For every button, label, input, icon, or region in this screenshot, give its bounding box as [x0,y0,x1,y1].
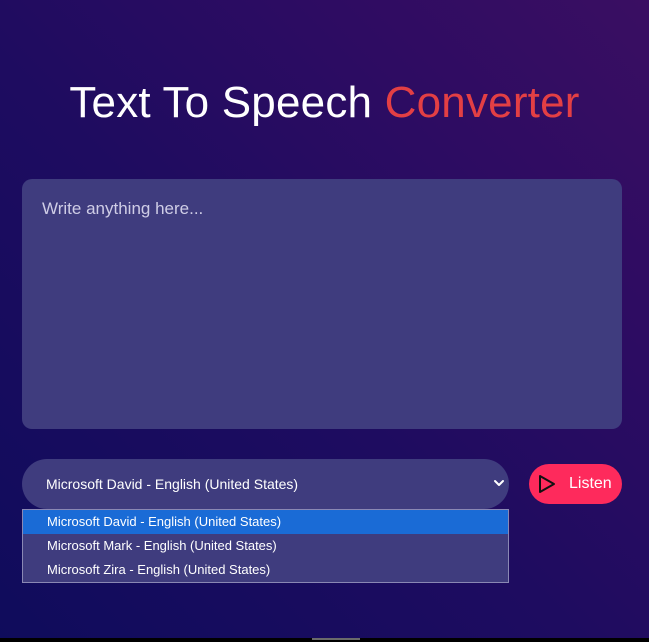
listen-button[interactable]: Listen [529,464,622,504]
scrollbar-thumb[interactable] [312,638,360,640]
play-icon [539,475,555,493]
bottom-scrollbar [0,638,649,642]
voice-select-value: Microsoft David - English (United States… [46,476,299,492]
title-main: Text To Speech [69,78,373,127]
voice-option-mark[interactable]: Microsoft Mark - English (United States) [23,534,508,558]
listen-button-label: Listen [569,475,612,492]
voice-option-david[interactable]: Microsoft David - English (United States… [23,510,508,534]
title-accent: Converter [384,78,580,127]
voice-dropdown-list: Microsoft David - English (United States… [22,509,509,583]
chevron-down-icon [494,480,504,486]
voice-select[interactable]: Microsoft David - English (United States… [22,459,509,509]
voice-option-zira[interactable]: Microsoft Zira - English (United States) [23,558,508,582]
text-input[interactable] [22,179,622,429]
page-title: Text To Speech Converter [0,78,649,128]
